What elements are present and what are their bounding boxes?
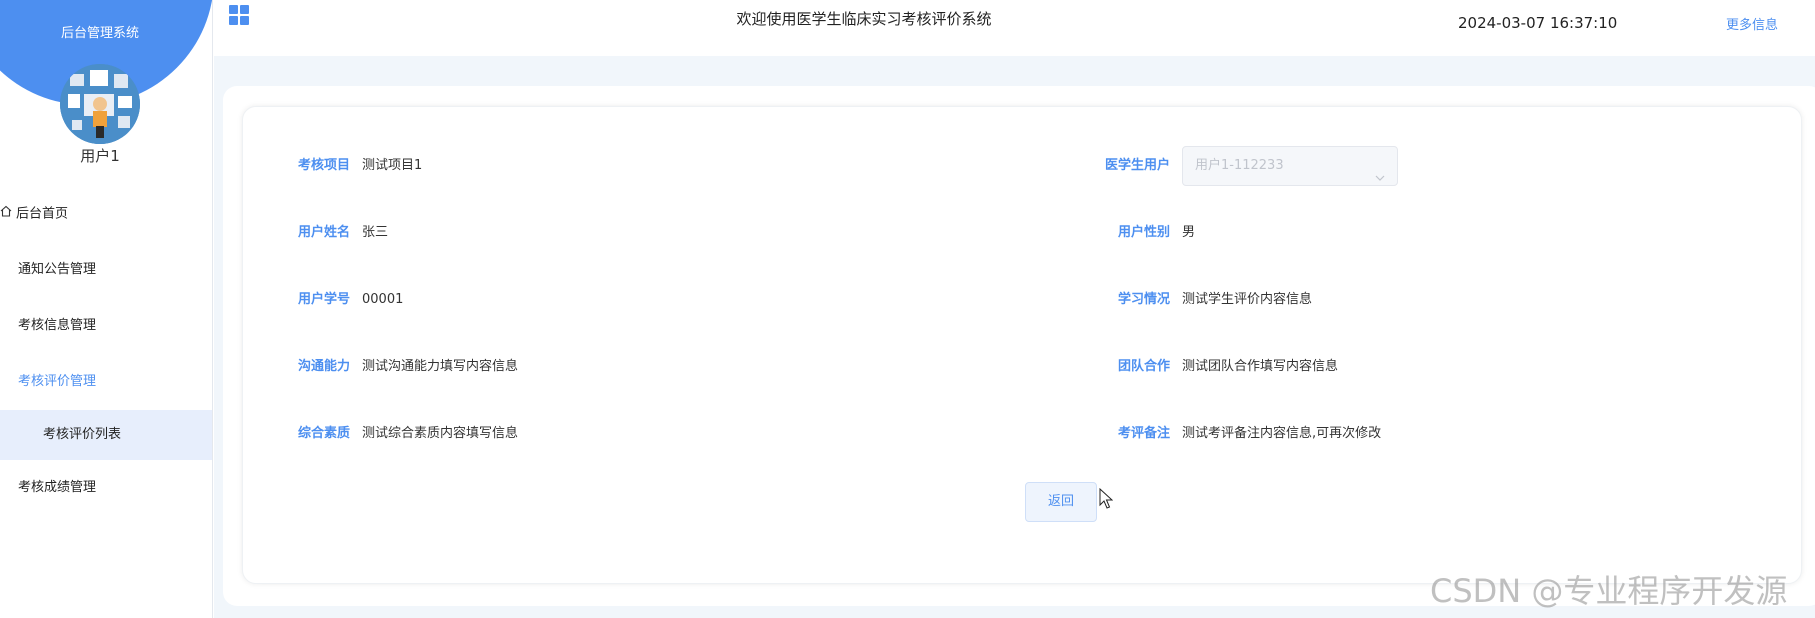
field-label: 用户学号 [297, 292, 350, 307]
back-button[interactable]: 返回 [1025, 482, 1097, 522]
field-value: 测试综合素质内容填写信息 [362, 426, 519, 441]
sidebar-item-label: 考核成绩管理 [18, 480, 97, 495]
field-label: 考评备注 [1117, 426, 1170, 441]
field-label: 团队合作 [1117, 359, 1170, 374]
field-user-name: 用户姓名 张三 [298, 223, 389, 243]
field-gender: 用户性别 男 [1118, 223, 1196, 243]
field-value: 00001 [362, 292, 404, 307]
sidebar-item-exam-score[interactable]: 考核成绩管理 [0, 460, 212, 516]
sidebar-item-label: 通知公告管理 [18, 262, 97, 277]
field-quality: 综合素质 测试综合素质内容填写信息 [298, 424, 519, 444]
field-value: 测试项目1 [362, 158, 423, 173]
sidebar-item-notice[interactable]: 通知公告管理 [0, 242, 212, 298]
system-title: 后台管理系统 [60, 26, 139, 41]
field-label: 医学生用户 [1104, 158, 1170, 173]
field-value: 测试团队合作填写内容信息 [1182, 359, 1339, 374]
select-placeholder: 用户1-112233 [1195, 158, 1284, 173]
student-user-select[interactable]: 用户1-112233 [1182, 146, 1398, 186]
field-value: 男 [1182, 225, 1196, 240]
field-value: 测试学生评价内容信息 [1182, 292, 1313, 307]
welcome-title: 欢迎使用医学生临床实习考核评价系统 [736, 10, 992, 28]
sidebar-item-home[interactable]: 后台首页 [0, 196, 212, 232]
field-label: 学习情况 [1117, 292, 1170, 307]
datetime: 2024-03-07 16:37:10 [1458, 14, 1618, 32]
chevron-down-icon [1375, 161, 1385, 181]
sidebar-item-exam-eval[interactable]: 考核评价管理 [0, 354, 212, 410]
field-student-id: 用户学号 00001 [298, 290, 404, 310]
field-value: 张三 [362, 225, 389, 240]
watermark: CSDN @专业程序开发源 [1430, 572, 1788, 610]
sidebar-item-label: 考核信息管理 [18, 318, 97, 333]
sidebar-menu: 后台首页 通知公告管理 考核信息管理 考核评价管理 考核评价列表 考核成绩管理 [0, 196, 212, 516]
sidebar-subitem-exam-eval-list[interactable]: 考核评价列表 [0, 410, 212, 460]
field-remark: 考评备注 测试考评备注内容信息,可再次修改 [1118, 424, 1382, 444]
field-label: 用户性别 [1117, 225, 1170, 240]
sidebar-user-name: 用户1 [80, 147, 120, 165]
sidebar-item-label: 考核评价管理 [18, 374, 97, 389]
avatar-image [60, 64, 140, 144]
avatar[interactable] [60, 64, 140, 144]
field-study: 学习情况 测试学生评价内容信息 [1118, 290, 1313, 310]
detail-card [242, 106, 1802, 584]
field-value: 测试考评备注内容信息,可再次修改 [1182, 426, 1382, 441]
field-communication: 沟通能力 测试沟通能力填写内容信息 [298, 357, 519, 377]
field-teamwork: 团队合作 测试团队合作填写内容信息 [1118, 357, 1339, 377]
more-info-link[interactable]: 更多信息 [1726, 14, 1778, 33]
cursor-icon [1099, 487, 1114, 510]
field-label: 沟通能力 [297, 359, 350, 374]
sidebar-item-label: 考核评价列表 [43, 427, 122, 442]
field-label: 用户姓名 [297, 225, 350, 240]
field-label: 综合素质 [297, 426, 350, 441]
top-header: 欢迎使用医学生临床实习考核评价系统 2024-03-07 16:37:10 更多… [214, 0, 1815, 56]
home-icon [0, 196, 12, 232]
sidebar-item-exam-info[interactable]: 考核信息管理 [0, 298, 212, 354]
sidebar: 后台管理系统 用户1 后台首页 通知公告管理 考核信息管理 考核评价管理 考核评… [0, 0, 213, 618]
sidebar-item-label: 后台首页 [16, 206, 69, 222]
field-project: 考核项目 测试项目1 [298, 156, 423, 176]
field-value: 测试沟通能力填写内容信息 [362, 359, 519, 374]
field-label: 考核项目 [297, 158, 350, 173]
